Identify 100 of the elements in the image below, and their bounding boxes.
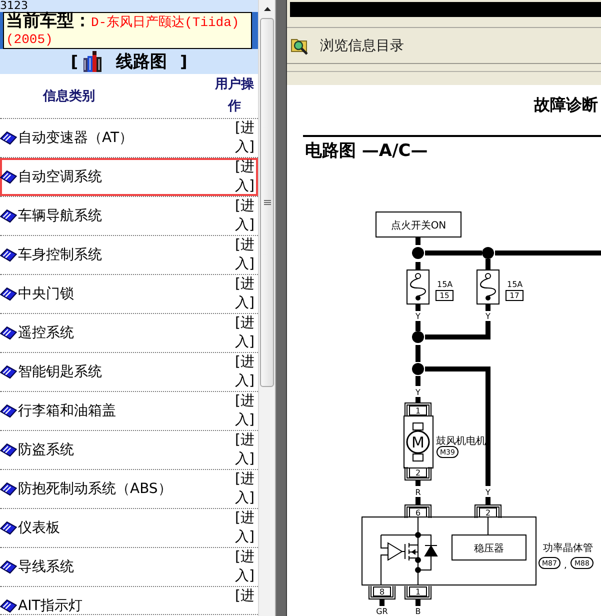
enter-link[interactable]: [进入] (235, 119, 257, 157)
wire-color-label: Y (486, 312, 490, 321)
enter-link[interactable]: [进入] (235, 314, 257, 352)
category-row[interactable]: 车辆导航系统 [进入] (0, 197, 258, 236)
category-row[interactable]: AIT指示灯 [进 (0, 587, 258, 615)
motor-letter: M (412, 434, 424, 452)
enter-link[interactable]: [进入] (235, 197, 257, 235)
splitter-bar[interactable] (275, 0, 287, 616)
category-name: 车辆导航系统 (18, 208, 102, 224)
wire (486, 304, 490, 311)
book-icon (0, 404, 17, 418)
document-title: 电路图 —A/C— (305, 141, 428, 161)
wire-color-label: GR (376, 607, 388, 616)
fuse-symbol (476, 270, 500, 304)
book-icon (0, 248, 17, 262)
pin-number: 1 (415, 588, 421, 596)
enter-link[interactable]: [进入] (235, 392, 257, 430)
open-bracket: [ (70, 52, 78, 71)
wire (416, 237, 420, 245)
category-row[interactable]: 行李箱和油箱盖 [进入] (0, 392, 258, 431)
connector-pin-box (404, 402, 432, 416)
wire (425, 250, 482, 256)
pin-number: 2 (485, 508, 491, 518)
pin-number: 6 (415, 508, 421, 518)
ignition-switch-label: 点火开关ON (390, 220, 446, 232)
category-name: 行李箱和油箱盖 (18, 403, 116, 419)
wire-color-label: B (415, 607, 421, 616)
pin-number: 2 (415, 468, 421, 478)
scrollbar-thumb[interactable] (260, 18, 274, 387)
book-icon (0, 209, 17, 223)
category-row[interactable]: 防抱死制动系统（ABS） [进入] (0, 470, 258, 509)
column-header: 用户操作 (214, 76, 255, 116)
wire-color-label: Y (416, 388, 420, 397)
book-icon (0, 170, 17, 184)
enter-link[interactable]: [进入] (235, 509, 257, 547)
column-header: 信息类别 (43, 88, 95, 105)
wire (416, 497, 420, 505)
grip-icon (264, 200, 270, 205)
fuse-symbol (406, 270, 430, 304)
junction-dot (412, 247, 424, 259)
vehicle-info-box: 当前车型：D-东风日产颐达(Tiida)(2005) (3, 12, 252, 49)
arrow-up-icon (264, 6, 270, 10)
book-icon (0, 287, 17, 301)
wire-color-label: Y (416, 312, 420, 321)
wire (416, 304, 420, 311)
wire (416, 480, 420, 486)
enter-link[interactable]: [进入] (235, 236, 257, 274)
enter-link[interactable]: [进入] (235, 353, 257, 391)
wire (486, 497, 490, 505)
enter-link[interactable]: [进 (235, 587, 257, 606)
book-icon (0, 365, 17, 379)
category-row[interactable]: 中央门锁 [进入] (0, 275, 258, 314)
book-icon (0, 443, 17, 457)
wire (380, 599, 384, 606)
wire (416, 345, 420, 362)
component-label: 鼓风机电机 (436, 436, 486, 447)
category-row[interactable]: 自动变速器（AT） [进入] (0, 119, 258, 158)
enter-link[interactable]: [进入] (235, 275, 257, 313)
enter-link[interactable]: [进入] (235, 158, 257, 196)
category-name: 仪表板 (18, 520, 60, 536)
pin-number: 8 (379, 588, 385, 596)
category-row[interactable]: 遥控系统 [进入] (0, 314, 258, 353)
separator-comma: , (564, 561, 567, 571)
category-name: 导线系统 (18, 559, 74, 575)
wire (416, 262, 420, 270)
category-row[interactable]: 防盗系统 [进入] (0, 431, 258, 470)
enter-link[interactable]: [进入] (235, 470, 257, 508)
regulator-label: 稳压器 (474, 544, 504, 554)
browse-catalog-button[interactable]: 浏览信息目录 (291, 36, 404, 55)
books-icon (83, 51, 103, 72)
folder-search-icon (291, 36, 309, 55)
book-icon (0, 521, 17, 535)
motor-symbol (404, 416, 434, 468)
category-name: 遥控系统 (18, 325, 74, 341)
junction-dot (412, 363, 424, 375)
pin-number: 1 (415, 406, 421, 416)
wire (486, 259, 490, 270)
wire-color-label: Y (486, 488, 490, 497)
category-row[interactable]: 导线系统 [进入] (0, 548, 258, 587)
wire-color-label: R (415, 488, 421, 497)
wire (425, 321, 490, 340)
wire (416, 599, 420, 606)
category-name: 中央门锁 (18, 286, 74, 302)
category-name: 车身控制系统 (18, 247, 102, 263)
category-row[interactable]: 自动空调系统 [进入] (0, 158, 258, 197)
enter-link[interactable]: [进入] (235, 431, 257, 469)
category-row[interactable]: 车身控制系统 [进入] (0, 236, 258, 275)
category-name: 防抱死制动系统（ABS） (18, 481, 172, 497)
section-title: 线路图 (116, 51, 167, 73)
document-header: 故障诊断 (534, 95, 598, 115)
junction-dot (412, 331, 424, 343)
category-row[interactable]: 仪表板 [进入] (0, 509, 258, 548)
fuse-rating: 15A (507, 280, 523, 289)
enter-link[interactable]: [进入] (235, 548, 257, 586)
category-name: 防盗系统 (18, 442, 74, 458)
connector-pin-box (404, 466, 432, 480)
number-label: 3123 (0, 0, 28, 12)
category-row[interactable]: 智能钥匙系统 [进入] (0, 353, 258, 392)
component-label: 功率晶体管 (543, 543, 593, 554)
category-name: AIT指示灯 (18, 598, 82, 614)
